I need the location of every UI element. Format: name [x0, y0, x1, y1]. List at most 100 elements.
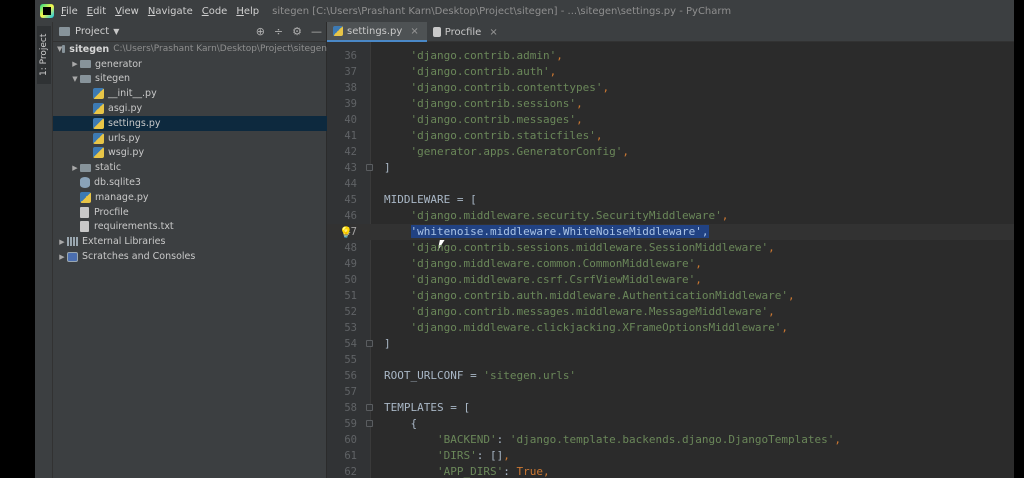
tree-item[interactable]: urls.py [53, 131, 327, 146]
menu-item[interactable]: Code [202, 6, 228, 17]
code-token: , [721, 209, 729, 222]
code-line[interactable]: 53 'django.middleware.clickjacking.XFram… [327, 320, 1014, 336]
menu-label-rest: dit [93, 5, 107, 17]
project-tree: ▼ sitegen C:\Users\Prashant Karn\Desktop\P… [53, 42, 327, 264]
code-line[interactable]: 46 'django.middleware.security.SecurityM… [327, 208, 1014, 224]
tree-item[interactable]: ▶ static [53, 160, 327, 175]
tree-item-label: Procfile [94, 206, 129, 218]
code-text: 'APP_DIRS': True, [384, 464, 550, 478]
line-number: 59 [344, 418, 357, 430]
code-token: , [768, 241, 775, 254]
code-line[interactable]: 43] [327, 160, 1014, 176]
code-line[interactable]: 39 'django.contrib.sessions', [327, 96, 1014, 112]
tab-label: Procfile [444, 26, 482, 38]
code-line[interactable]: 42 'generator.apps.GeneratorConfig', [327, 144, 1014, 160]
code-line[interactable]: 61 'DIRS': [], [327, 448, 1014, 464]
tree-item-label: urls.py [108, 132, 141, 144]
tree-item[interactable]: Procfile [53, 205, 327, 220]
code-line[interactable]: 55 [327, 352, 1014, 368]
code-token: 'django.middleware.clickjacking.XFrameOp… [384, 321, 782, 334]
tree-item[interactable]: __init__.py [53, 86, 327, 101]
folder-icon [80, 74, 91, 83]
code-text: 'django.contrib.sessions', [384, 96, 582, 112]
code-line[interactable]: 37 'django.contrib.auth', [327, 64, 1014, 80]
code-line[interactable]: 40 'django.contrib.messages', [327, 112, 1014, 128]
code-line[interactable]: 36 'django.contrib.admin', [327, 48, 1014, 64]
code-line[interactable]: 62 'APP_DIRS': True, [327, 464, 1014, 478]
code-line[interactable]: 52 'django.contrib.messages.middleware.M… [327, 304, 1014, 320]
code-token: 'django.contrib.admin' [384, 49, 557, 62]
project-tool-tab[interactable]: 1: Project [37, 26, 51, 84]
gear-icon[interactable]: ⚙ [292, 25, 302, 38]
fold-marker-icon[interactable] [366, 404, 373, 411]
code-line[interactable]: 47 💡 'whitenoise.middleware.WhiteNoiseMid… [327, 224, 1014, 240]
menu-mnemonic: H [236, 5, 244, 17]
hide-icon[interactable]: — [311, 25, 322, 38]
tree-item-label: asgi.py [108, 103, 143, 115]
fold-marker-icon[interactable] [366, 420, 373, 427]
code-line[interactable]: 59 { [327, 416, 1014, 432]
tree-item[interactable]: db.sqlite3 [53, 175, 327, 190]
chevron-down-icon[interactable]: ▼ [113, 27, 119, 36]
collapse-arrow-icon[interactable]: ▶ [70, 164, 80, 172]
menu-item[interactable]: Navigate [148, 6, 193, 17]
close-icon[interactable]: × [410, 26, 418, 37]
code-line[interactable]: 48 'django.contrib.sessions.middleware.S… [327, 240, 1014, 256]
code-line[interactable]: 51 'django.contrib.auth.middleware.Authe… [327, 288, 1014, 304]
collapse-arrow-icon[interactable]: ▶ [70, 60, 80, 68]
locate-icon[interactable]: ⊕ [256, 25, 265, 38]
expand-arrow-icon[interactable]: ▼ [70, 75, 80, 83]
tree-item[interactable]: ▶ External Libraries [53, 234, 327, 249]
editor-tab[interactable]: Procfile × [427, 22, 506, 42]
folder-icon [62, 45, 66, 54]
collapse-arrow-icon[interactable]: ▶ [57, 253, 67, 261]
left-letterbox [0, 0, 35, 478]
code-editor[interactable]: 36 'django.contrib.admin', 37 'django.con… [327, 42, 1014, 478]
code-token: : [503, 465, 517, 478]
code-text: 'django.middleware.csrf.CsrfViewMiddlewa… [384, 272, 701, 288]
code-line[interactable]: 60 'BACKEND': 'django.template.backends.… [327, 432, 1014, 448]
tree-item[interactable]: ▶ Scratches and Consoles [53, 249, 327, 264]
tree-item[interactable]: settings.py [53, 115, 327, 131]
code-line[interactable]: 54] [327, 336, 1014, 352]
editor-tab[interactable]: settings.py × [327, 22, 427, 42]
code-token: , [556, 49, 563, 62]
line-number: 41 [344, 130, 357, 142]
menu-item[interactable]: Edit [87, 6, 106, 17]
collapse-icon[interactable]: ÷ [274, 25, 283, 38]
code-line[interactable]: 58 TEMPLATES = [ [327, 400, 1014, 416]
code-token: 'DIRS' [384, 449, 477, 462]
code-line[interactable]: 57 [327, 384, 1014, 400]
menu-item[interactable]: Help [236, 6, 259, 17]
tree-item-label: __init__.py [108, 88, 157, 100]
left-tool-stripe: 1: Project [35, 22, 53, 478]
code-line[interactable]: 50 'django.middleware.csrf.CsrfViewMiddl… [327, 272, 1014, 288]
collapse-arrow-icon[interactable]: ▶ [57, 238, 67, 246]
close-icon[interactable]: × [489, 27, 497, 38]
menu-item[interactable]: File [61, 6, 78, 17]
tree-item[interactable]: ▼ sitegen C:\Users\Prashant Karn\Desktop\P… [53, 42, 327, 57]
code-line[interactable]: 49 'django.middleware.common.CommonMiddl… [327, 256, 1014, 272]
line-number: 62 [344, 466, 357, 478]
code-line[interactable]: 44 [327, 176, 1014, 192]
menu-label-rest: avigate [155, 5, 193, 17]
fold-marker-icon[interactable] [366, 164, 373, 171]
code-token: 'BACKEND' [384, 433, 497, 446]
project-view-selector[interactable]: Project [75, 26, 109, 37]
code-line[interactable]: 56 ROOT_URLCONF = 'sitegen.urls' [327, 368, 1014, 384]
tree-item[interactable]: asgi.py [53, 101, 327, 116]
tree-item[interactable]: manage.py [53, 190, 327, 205]
tree-item[interactable]: ▼ sitegen [53, 72, 327, 87]
tree-item[interactable]: ▶ generator [53, 57, 327, 72]
menu-item[interactable]: View [115, 6, 139, 17]
code-line[interactable]: 38 'django.contrib.contenttypes', [327, 80, 1014, 96]
tree-item[interactable]: requirements.txt [53, 220, 327, 235]
menu-items: File Edit View Navigate Code Help [61, 6, 268, 17]
code-token: 'django.contrib.auth.middleware.Authenti… [384, 289, 788, 302]
line-number: 57 [344, 386, 357, 398]
fold-marker-icon[interactable] [366, 340, 373, 347]
code-line[interactable]: 41 'django.contrib.staticfiles', [327, 128, 1014, 144]
code-line[interactable]: 45 MIDDLEWARE = [ [327, 192, 1014, 208]
lightbulb-icon[interactable]: 💡 [339, 225, 353, 241]
tree-item[interactable]: wsgi.py [53, 146, 327, 161]
